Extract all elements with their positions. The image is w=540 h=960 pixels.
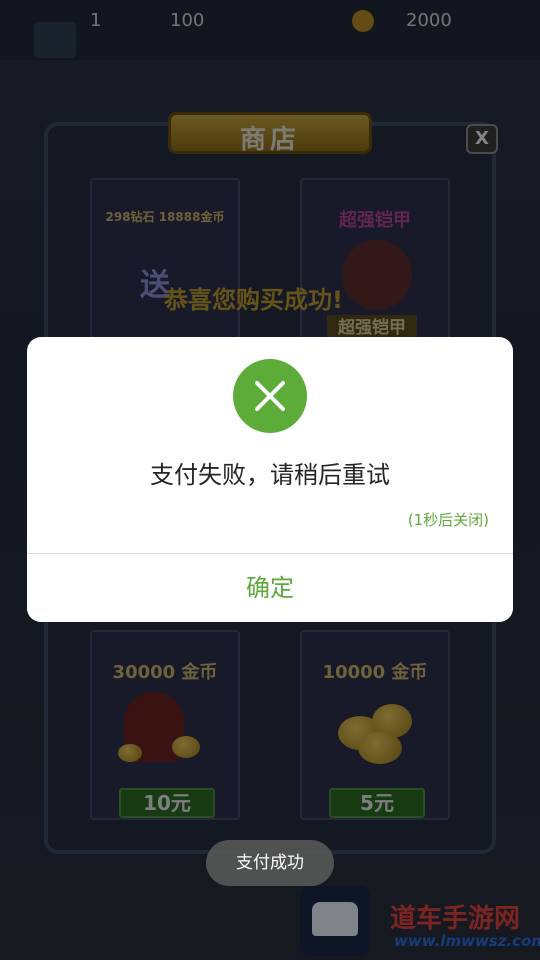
close-x-icon xyxy=(233,359,307,433)
dialog-message: 支付失败，请稍后重试 xyxy=(150,461,390,489)
auto-close-countdown: (1秒后关闭) xyxy=(407,511,489,529)
confirm-button[interactable]: 确定 xyxy=(27,554,513,622)
toast-message: 支付成功 xyxy=(206,840,334,886)
payment-result-dialog: 支付失败，请稍后重试 (1秒后关闭) 确定 xyxy=(27,337,513,622)
